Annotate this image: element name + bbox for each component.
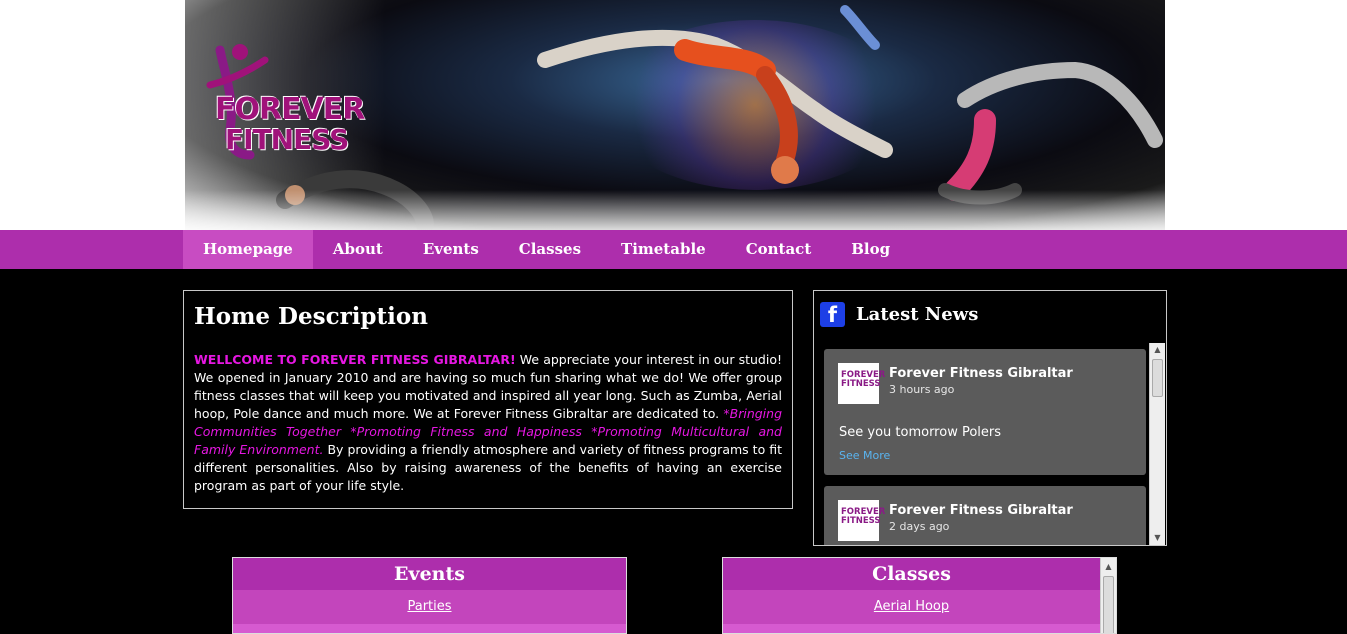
main-nav: Homepage About Events Classes Timetable … <box>0 230 1347 269</box>
scroll-thumb[interactable] <box>1103 576 1114 633</box>
events-panel-title: Events <box>233 558 626 590</box>
home-description-box: Home Description WELLCOME TO FOREVER FIT… <box>183 290 793 509</box>
news-title: Latest News <box>856 303 979 325</box>
latest-news-box: f Latest News FOREVER FITNESS Forever Fi… <box>813 290 1167 546</box>
news-header: f Latest News <box>820 301 978 327</box>
dancer-right-image <box>938 61 1163 205</box>
events-panel: Events Parties <box>232 557 627 634</box>
logo-text: FOREVER FITNESS <box>215 92 365 156</box>
news-post: FOREVER FITNESS Forever Fitness Gibralta… <box>824 349 1146 475</box>
home-title: Home Description <box>194 303 428 330</box>
nav-blog[interactable]: Blog <box>831 230 910 269</box>
post-author[interactable]: Forever Fitness Gibraltar <box>889 503 1073 518</box>
nav-about[interactable]: About <box>313 230 403 269</box>
post-author[interactable]: Forever Fitness Gibraltar <box>889 366 1073 381</box>
news-scrollbar[interactable]: ▲ ▼ <box>1149 343 1165 545</box>
news-feed[interactable]: FOREVER FITNESS Forever Fitness Gibralta… <box>824 349 1148 545</box>
logo-text-line1: FOREVER <box>215 92 365 127</box>
events-item-parties[interactable]: Parties <box>233 590 626 624</box>
nav-homepage[interactable]: Homepage <box>183 230 313 269</box>
header-banner: FOREVER FITNESS <box>185 0 1165 230</box>
scroll-down-arrow-icon[interactable]: ▼ <box>1150 531 1165 545</box>
nav-contact[interactable]: Contact <box>726 230 832 269</box>
classes-panel: Classes Aerial Hoop ▲ <box>722 557 1117 634</box>
avatar-logo-text: FOREVER FITNESS <box>841 507 886 526</box>
dancer-center-image <box>537 5 893 184</box>
post-avatar[interactable]: FOREVER FITNESS <box>838 500 885 541</box>
welcome-highlight: WELLCOME TO FOREVER FITNESS GIBRALTAR! <box>194 352 516 367</box>
see-more-link[interactable]: See More <box>839 449 890 462</box>
logo-text-line2: FITNESS <box>225 123 349 156</box>
post-time[interactable]: 2 days ago <box>889 520 949 533</box>
nav-events[interactable]: Events <box>403 230 499 269</box>
home-paragraph: WELLCOME TO FOREVER FITNESS GIBRALTAR! W… <box>194 351 782 495</box>
classes-panel-title: Classes <box>723 558 1100 590</box>
post-time[interactable]: 3 hours ago <box>889 383 954 396</box>
facebook-icon[interactable]: f <box>820 301 845 327</box>
classes-scrollbar[interactable]: ▲ <box>1100 558 1116 633</box>
post-text: See you tomorrow Polers <box>839 425 1002 440</box>
classes-item-aerial-hoop[interactable]: Aerial Hoop <box>723 590 1100 624</box>
scroll-thumb[interactable] <box>1152 359 1163 397</box>
post-avatar[interactable]: FOREVER FITNESS <box>838 363 885 404</box>
nav-timetable[interactable]: Timetable <box>601 230 726 269</box>
news-post: FOREVER FITNESS Forever Fitness Gibralta… <box>824 486 1146 545</box>
scroll-up-arrow-icon[interactable]: ▲ <box>1150 343 1165 357</box>
avatar-logo-text: FOREVER FITNESS <box>841 370 886 389</box>
nav-classes[interactable]: Classes <box>499 230 601 269</box>
scroll-up-arrow-icon[interactable]: ▲ <box>1101 560 1116 574</box>
